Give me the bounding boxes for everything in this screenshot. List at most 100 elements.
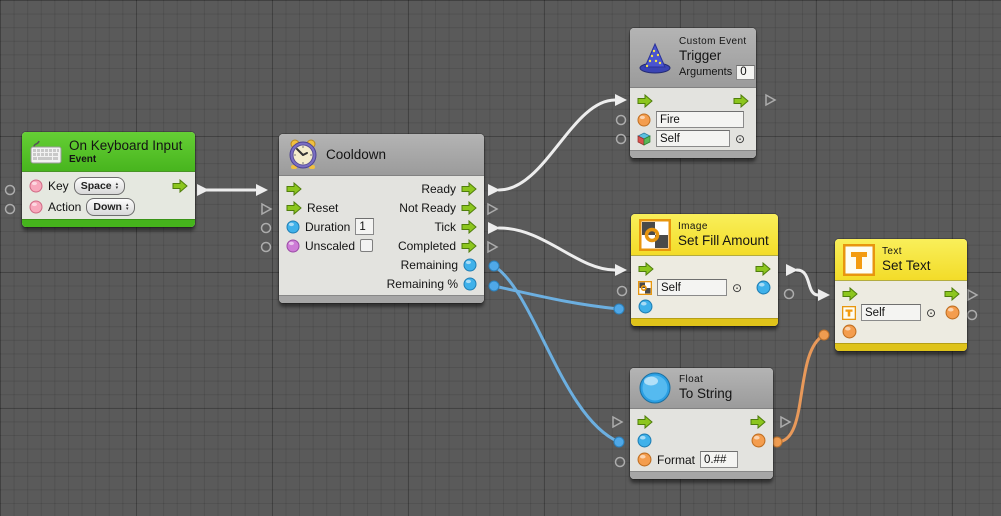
node-title: Set Fill Amount bbox=[678, 233, 769, 249]
port-stub-keyboard-key[interactable] bbox=[6, 186, 15, 195]
target-input[interactable] bbox=[656, 130, 730, 147]
wire-setfill-to-settext[interactable] bbox=[797, 270, 818, 295]
bool-port-icon[interactable] bbox=[286, 239, 300, 253]
format-label: Format bbox=[657, 453, 695, 467]
port-label-key: Key bbox=[48, 179, 69, 193]
node-footer bbox=[630, 150, 756, 158]
node-title: Set Text bbox=[882, 258, 931, 274]
flow-input-port-icon[interactable] bbox=[286, 182, 302, 196]
port-stub-cooldown-unscaled[interactable] bbox=[262, 243, 271, 252]
string-input-port-icon[interactable] bbox=[842, 324, 857, 339]
node-custom-event-trigger[interactable]: Custom Event Trigger Arguments bbox=[630, 28, 756, 158]
port-stub-settext-exit[interactable] bbox=[968, 290, 977, 300]
object-picker-icon[interactable]: ⊙ bbox=[732, 282, 742, 294]
node-kind: Image bbox=[678, 221, 769, 233]
string-wire-endpoints[interactable] bbox=[772, 330, 829, 447]
float-output-port-icon[interactable] bbox=[463, 258, 477, 272]
flow-output-port-icon[interactable] bbox=[461, 182, 477, 196]
node-footer bbox=[835, 343, 967, 351]
target-input[interactable] bbox=[657, 279, 727, 296]
wire-ready-to-trigger[interactable] bbox=[499, 100, 615, 190]
flow-output-port-icon[interactable] bbox=[733, 94, 749, 108]
port-stub-tostring-exit[interactable] bbox=[781, 417, 790, 427]
text-port-icon[interactable] bbox=[842, 306, 856, 320]
float-output-port-icon[interactable] bbox=[756, 280, 771, 295]
node-title: Cooldown bbox=[326, 147, 386, 163]
alarm-clock-icon bbox=[287, 139, 319, 171]
float-input-port-icon[interactable] bbox=[637, 433, 652, 448]
flow-output-port-icon[interactable] bbox=[750, 415, 766, 429]
key-dropdown[interactable]: Space▴▾ bbox=[74, 177, 125, 195]
node-footer bbox=[631, 318, 778, 326]
gameobject-cube-icon[interactable] bbox=[637, 132, 651, 146]
port-stub-settext-out[interactable] bbox=[968, 311, 977, 320]
format-input[interactable] bbox=[700, 451, 738, 468]
flow-output-port-icon[interactable] bbox=[944, 287, 960, 301]
port-stub-trigger-exit[interactable] bbox=[766, 95, 775, 105]
float-port-icon[interactable] bbox=[286, 220, 300, 234]
enum-port-icon[interactable] bbox=[29, 179, 43, 193]
port-stub-trigger-target[interactable] bbox=[617, 135, 626, 144]
string-input-port-icon[interactable] bbox=[637, 452, 652, 467]
flow-output-port-icon[interactable] bbox=[755, 262, 771, 276]
arguments-input[interactable] bbox=[736, 65, 755, 80]
port-stub-cooldown-completed[interactable] bbox=[488, 242, 497, 252]
node-text-set-text[interactable]: Text Set Text ⊙ bbox=[835, 239, 967, 351]
port-stub-tostring-format[interactable] bbox=[616, 458, 625, 467]
node-kind: Float bbox=[679, 374, 732, 386]
flow-output-port-icon[interactable] bbox=[172, 179, 188, 193]
flow-input-port-icon[interactable] bbox=[638, 262, 654, 276]
string-port-icon[interactable] bbox=[637, 113, 651, 127]
node-on-keyboard-input[interactable]: On Keyboard Input Event Key Space▴▾ Acti… bbox=[22, 132, 195, 227]
node-footer bbox=[279, 295, 484, 303]
float-output-port-icon[interactable] bbox=[463, 277, 477, 291]
graph-canvas[interactable]: { "colors": { "canvas_bg": "#5a5a5a", "e… bbox=[0, 0, 1001, 516]
flow-output-port-icon[interactable] bbox=[461, 201, 477, 215]
port-stub-cooldown-reset[interactable] bbox=[262, 204, 271, 214]
port-stub-setfill-out[interactable] bbox=[785, 290, 794, 299]
node-image-set-fill-amount[interactable]: Image Set Fill Amount ⊙ bbox=[631, 214, 778, 326]
flow-input-port-icon[interactable] bbox=[286, 201, 302, 215]
port-stub-trigger-name[interactable] bbox=[617, 116, 626, 125]
float-input-port-icon[interactable] bbox=[638, 299, 653, 314]
port-stub-cooldown-notready[interactable] bbox=[488, 204, 497, 214]
node-subtitle: Event bbox=[69, 154, 182, 166]
port-label-ready: Ready bbox=[421, 182, 456, 196]
action-dropdown[interactable]: Down▴▾ bbox=[86, 198, 135, 216]
flow-input-port-icon[interactable] bbox=[842, 287, 858, 301]
wire-tick-to-setfill[interactable] bbox=[499, 228, 615, 270]
duration-input[interactable] bbox=[355, 218, 374, 235]
node-float-to-string[interactable]: Float To String Format bbox=[630, 368, 773, 479]
node-footer bbox=[630, 471, 773, 479]
port-label-remaining: Remaining bbox=[401, 258, 458, 272]
node-cooldown[interactable]: Cooldown Ready Reset Not Ready bbox=[279, 134, 484, 303]
flow-input-port-icon[interactable] bbox=[637, 415, 653, 429]
node-footer bbox=[22, 219, 195, 227]
wire-remaining-to-tostring[interactable] bbox=[494, 266, 619, 442]
port-stub-tostring-enter[interactable] bbox=[613, 417, 622, 427]
event-name-input[interactable] bbox=[656, 111, 744, 128]
node-title: To String bbox=[679, 386, 732, 402]
port-label-tick: Tick bbox=[434, 220, 456, 234]
string-output-port-icon[interactable] bbox=[751, 433, 766, 448]
port-label-reset: Reset bbox=[307, 201, 338, 215]
port-stub-setfill-target[interactable] bbox=[618, 287, 627, 296]
port-label-action: Action bbox=[48, 200, 81, 214]
port-stub-keyboard-action[interactable] bbox=[6, 205, 15, 214]
wire-remainingpct-to-setfill[interactable] bbox=[494, 286, 619, 309]
flow-input-port-icon[interactable] bbox=[637, 94, 653, 108]
target-input[interactable] bbox=[861, 304, 921, 321]
flow-output-port-icon[interactable] bbox=[461, 220, 477, 234]
object-picker-icon[interactable]: ⊙ bbox=[735, 133, 745, 145]
port-stub-cooldown-duration[interactable] bbox=[262, 224, 271, 233]
flow-output-port-icon[interactable] bbox=[461, 239, 477, 253]
image-port-icon[interactable] bbox=[638, 281, 652, 295]
unscaled-checkbox[interactable] bbox=[360, 239, 373, 252]
object-picker-icon[interactable]: ⊙ bbox=[926, 307, 936, 319]
node-title: On Keyboard Input bbox=[69, 138, 182, 154]
string-output-port-icon[interactable] bbox=[945, 305, 960, 320]
image-component-icon bbox=[639, 219, 671, 251]
port-label-remaining-pct: Remaining % bbox=[387, 277, 458, 291]
enum-port-icon[interactable] bbox=[29, 200, 43, 214]
float-type-icon bbox=[638, 371, 672, 405]
